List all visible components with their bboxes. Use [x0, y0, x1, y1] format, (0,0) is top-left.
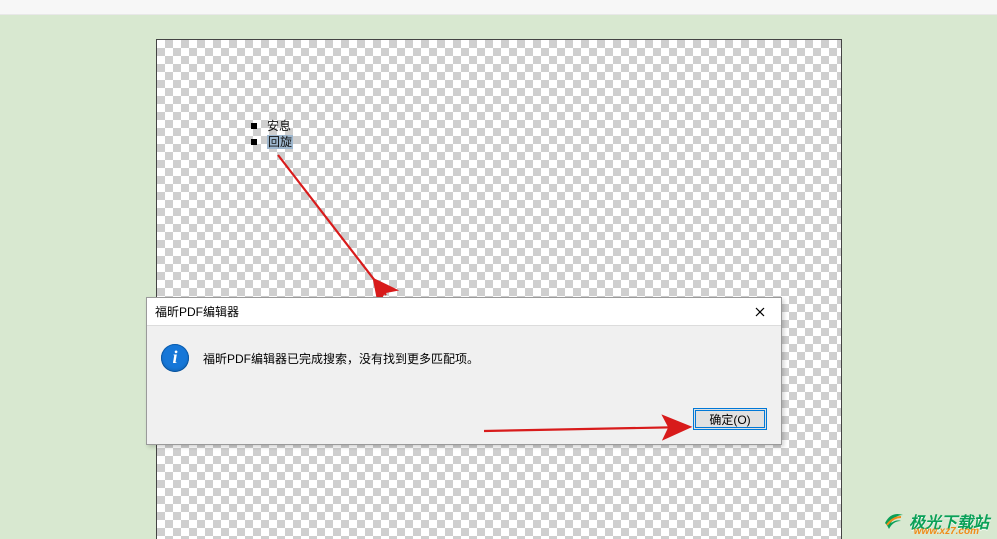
dialog-title-text: 福昕PDF编辑器 — [155, 298, 239, 326]
document-bullet-list: 安息 回旋 — [251, 118, 293, 150]
close-button[interactable] — [739, 298, 781, 326]
pdf-canvas[interactable]: 安息 回旋 — [156, 39, 842, 539]
dialog-message: 福昕PDF编辑器已完成搜索，没有找到更多匹配项。 — [203, 344, 479, 367]
list-item-label: 安息 — [267, 119, 291, 133]
dialog-footer: 确定(O) — [693, 408, 767, 430]
ok-button[interactable]: 确定(O) — [693, 408, 767, 430]
search-complete-dialog: 福昕PDF编辑器 福昕PDF编辑器已完成搜索，没有找到更多匹配项。 确定(O) — [146, 297, 782, 445]
list-item-label: 回旋 — [267, 135, 293, 149]
watermark-site-url: www.xz7.com — [914, 526, 979, 537]
list-item: 安息 — [251, 118, 293, 134]
app-root: 安息 回旋 福昕PDF编辑器 — [0, 0, 997, 539]
watermark-logo-icon — [881, 509, 905, 533]
close-icon — [755, 307, 765, 317]
dialog-titlebar: 福昕PDF编辑器 — [147, 298, 781, 326]
info-icon — [161, 344, 189, 372]
top-toolbar-strip — [0, 0, 997, 15]
list-item: 回旋 — [251, 134, 293, 150]
bullet-icon — [251, 139, 257, 145]
bullet-icon — [251, 123, 257, 129]
site-watermark: 极光下载站 www.xz7.com — [881, 509, 989, 533]
workspace-background: 安息 回旋 福昕PDF编辑器 — [0, 15, 997, 539]
dialog-body: 福昕PDF编辑器已完成搜索，没有找到更多匹配项。 — [147, 326, 781, 372]
